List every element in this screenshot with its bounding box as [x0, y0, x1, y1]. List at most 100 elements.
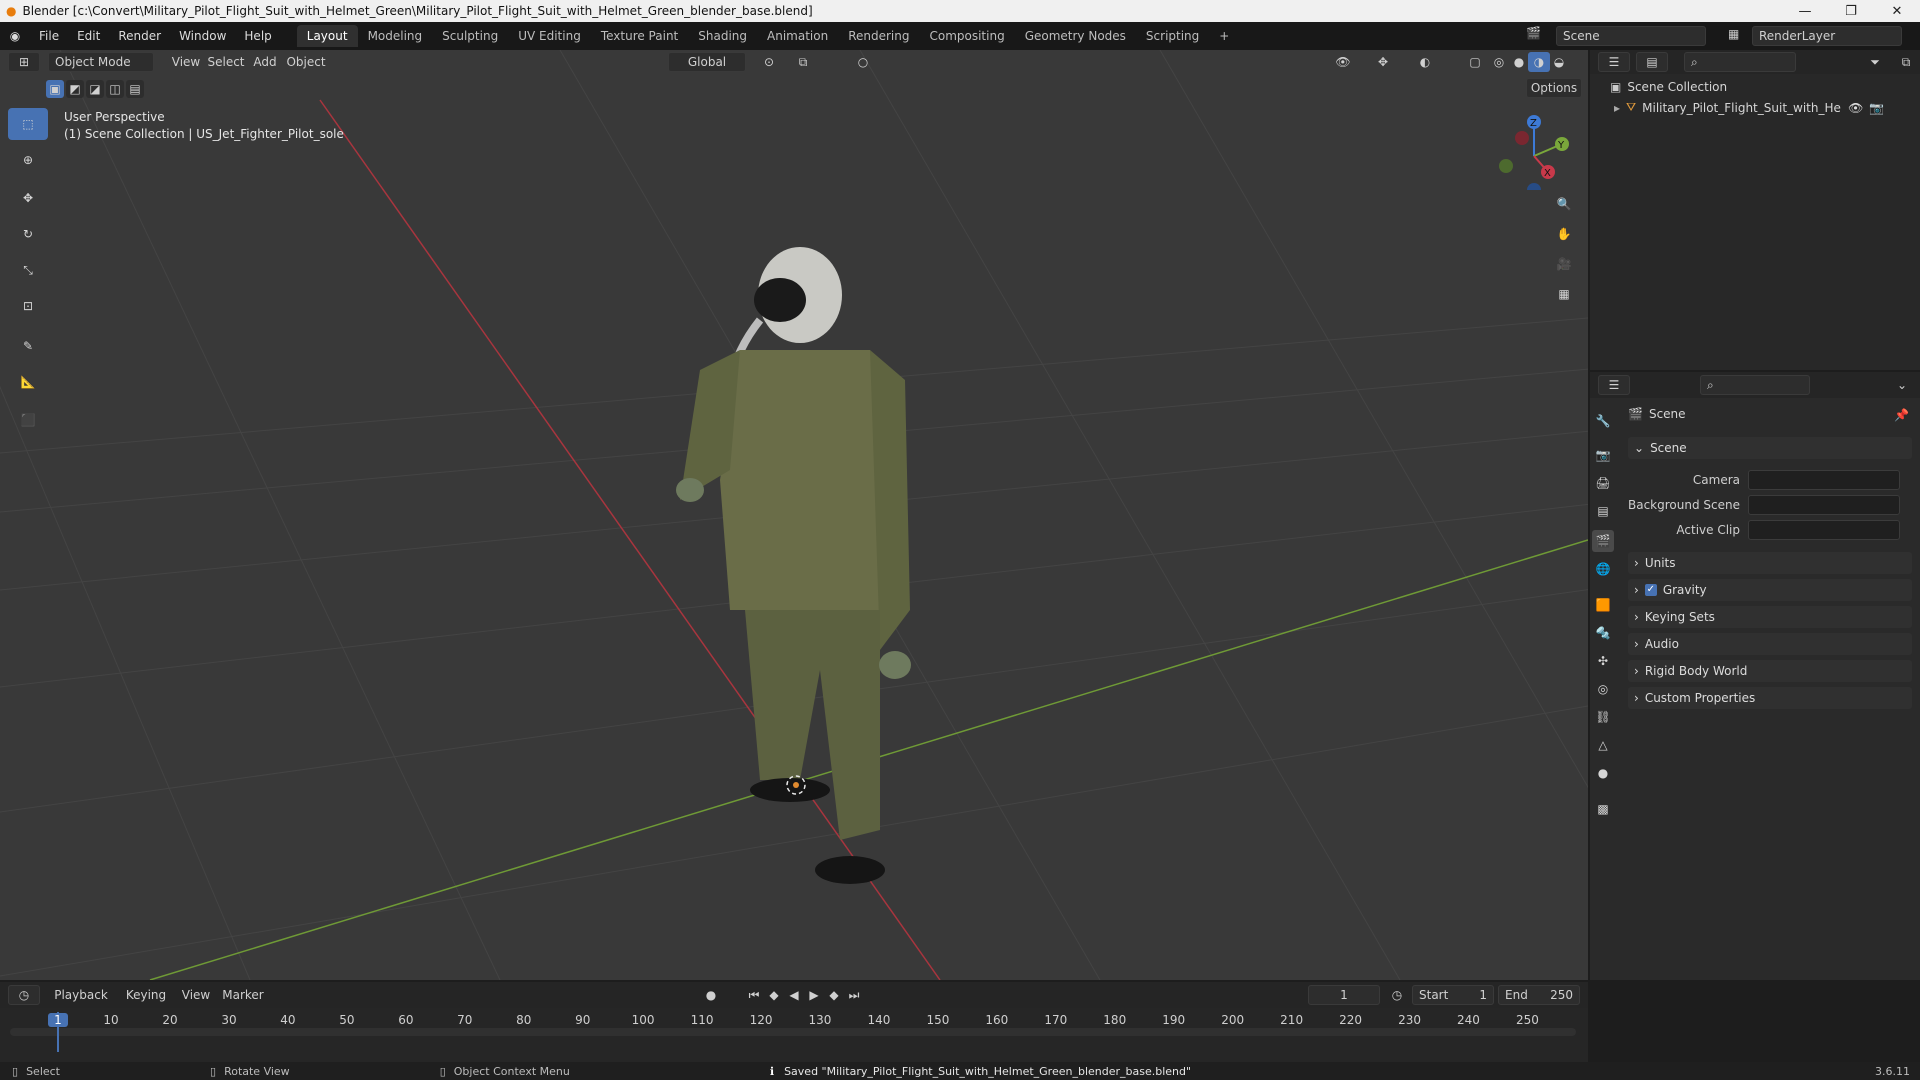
3d-viewport[interactable]: ⊞ Object Mode View Select Add Object Glo…	[0, 50, 1588, 980]
texture-tab-icon[interactable]: ▩	[1592, 798, 1614, 820]
select-subtract-icon[interactable]: ◪	[86, 80, 104, 98]
tab-sculpting[interactable]: Sculpting	[432, 25, 508, 47]
new-collection-icon[interactable]: ⧉	[1894, 52, 1918, 72]
rigid-body-world-panel-header[interactable]: › Rigid Body World	[1628, 660, 1912, 682]
xray-icon[interactable]: ▢	[1462, 52, 1488, 72]
tab-modeling[interactable]: Modeling	[358, 25, 433, 47]
tool-tab-icon[interactable]: 🔧	[1592, 410, 1614, 432]
tab-uv-editing[interactable]: UV Editing	[508, 25, 591, 47]
add-cube-tool-icon[interactable]: ⬛	[8, 404, 48, 436]
audio-panel-header[interactable]: › Audio	[1628, 633, 1912, 655]
render-camera-icon[interactable]: 📷	[1869, 101, 1884, 115]
render-tab-icon[interactable]: 📷	[1592, 444, 1614, 466]
outliner-editor-type-icon[interactable]: ☰	[1598, 52, 1630, 72]
visibility-icon[interactable]: 👁	[1330, 52, 1356, 72]
menu-edit[interactable]: Edit	[68, 25, 109, 47]
world-tab-icon[interactable]: 🌐	[1592, 558, 1614, 580]
transform-orientation-dropdown[interactable]: Global	[668, 52, 746, 72]
filter-icon[interactable]: ⏷	[1860, 52, 1890, 72]
ortho-grid-icon[interactable]: ▦	[1550, 280, 1578, 308]
shading-material-icon[interactable]: ◑	[1528, 52, 1550, 72]
current-frame-field[interactable]: 1	[1308, 985, 1380, 1005]
tab-texture-paint[interactable]: Texture Paint	[591, 25, 688, 47]
viewport-menu-add[interactable]: Add	[250, 52, 280, 72]
jump-end-icon[interactable]: ⏭	[844, 985, 864, 1005]
menu-help[interactable]: Help	[235, 25, 280, 47]
tab-scripting[interactable]: Scripting	[1136, 25, 1209, 47]
editor-type-icon[interactable]: ⊞	[8, 52, 40, 72]
tab-geometry-nodes[interactable]: Geometry Nodes	[1015, 25, 1136, 47]
add-workspace-button[interactable]: +	[1209, 25, 1239, 47]
physics-tab-icon[interactable]: ◎	[1592, 678, 1614, 700]
snap-icon[interactable]: ⧉	[790, 52, 816, 72]
playback-menu[interactable]: Playback	[48, 985, 114, 1005]
pilot-model[interactable]	[676, 247, 911, 884]
select-new-icon[interactable]: ▣	[46, 80, 64, 98]
blender-menu-icon[interactable]: ◉	[0, 29, 30, 43]
overlay-icon[interactable]: ◐	[1412, 52, 1438, 72]
marker-menu[interactable]: Marker	[218, 985, 268, 1005]
output-tab-icon[interactable]: 🖨	[1592, 472, 1614, 494]
maximize-button[interactable]: ❐	[1828, 0, 1874, 22]
tab-shading[interactable]: Shading	[688, 25, 757, 47]
material-tab-icon[interactable]: ●	[1592, 762, 1614, 784]
start-frame-field[interactable]: Start 1	[1412, 985, 1494, 1005]
timeline-editor-type-icon[interactable]: ◷	[8, 985, 40, 1005]
object-mode-dropdown[interactable]: Object Mode	[48, 52, 154, 72]
timeline-view-menu[interactable]: View	[178, 985, 214, 1005]
minimize-button[interactable]: —	[1782, 0, 1828, 22]
proportional-editing-icon[interactable]: ○	[850, 52, 876, 72]
expand-arrow-icon[interactable]: ▸	[1614, 101, 1620, 115]
annotate-tool-icon[interactable]: ✎	[8, 330, 48, 362]
pin-icon[interactable]: 📌	[1894, 408, 1909, 422]
rotate-tool-icon[interactable]: ↻	[8, 218, 48, 250]
shading-wireframe-icon[interactable]: ◎	[1488, 52, 1510, 72]
outliner-search-input[interactable]: ⌕	[1684, 52, 1796, 72]
zoom-icon[interactable]: 🔍	[1550, 190, 1578, 218]
display-mode-icon[interactable]: ▤	[1636, 52, 1668, 72]
view-layer-tab-icon[interactable]: ▤	[1592, 500, 1614, 522]
timeline-scrollbar[interactable]	[10, 1028, 1576, 1036]
particles-tab-icon[interactable]: ✣	[1592, 650, 1614, 672]
select-box-tool-icon[interactable]: ⬚	[8, 108, 48, 140]
cursor-tool-icon[interactable]: ⊕	[8, 144, 48, 176]
keying-sets-panel-header[interactable]: › Keying Sets	[1628, 606, 1912, 628]
properties-search-input[interactable]: ⌕	[1700, 375, 1810, 395]
measure-tool-icon[interactable]: 📐	[8, 366, 48, 398]
menu-render[interactable]: Render	[109, 25, 170, 47]
shading-solid-icon[interactable]: ●	[1508, 52, 1530, 72]
menu-window[interactable]: Window	[170, 25, 235, 47]
viewport-menu-select[interactable]: Select	[206, 52, 246, 72]
navigation-gizmo[interactable]: Z Y X	[1490, 110, 1570, 190]
preview-range-icon[interactable]: ◷	[1386, 985, 1408, 1005]
close-button[interactable]: ✕	[1874, 0, 1920, 22]
gravity-checkbox[interactable]: ✓	[1644, 584, 1657, 596]
tab-animation[interactable]: Animation	[757, 25, 838, 47]
gizmo-toggle-icon[interactable]: ✥	[1370, 52, 1396, 72]
end-frame-field[interactable]: End 250	[1498, 985, 1580, 1005]
next-keyframe-icon[interactable]: ◆	[824, 985, 844, 1005]
data-tab-icon[interactable]: △	[1592, 734, 1614, 756]
camera-view-icon[interactable]: 🎥	[1550, 250, 1578, 278]
custom-properties-panel-header[interactable]: › Custom Properties	[1628, 687, 1912, 709]
scene-panel-header[interactable]: ⌄ Scene	[1628, 437, 1912, 459]
tab-layout[interactable]: Layout	[296, 25, 358, 47]
background-scene-field[interactable]	[1748, 495, 1900, 515]
menu-file[interactable]: File	[30, 25, 68, 47]
scene-selector[interactable]: Scene	[1556, 26, 1706, 46]
select-intersect-icon[interactable]: ▤	[126, 80, 144, 98]
properties-editor-type-icon[interactable]: ☰	[1598, 375, 1630, 395]
tab-compositing[interactable]: Compositing	[919, 25, 1014, 47]
select-invert-icon[interactable]: ◫	[106, 80, 124, 98]
outliner-row[interactable]: ▸ ⛛ Military_Pilot_Flight_Suit_with_Helm…	[1614, 100, 1914, 115]
play-icon[interactable]: ▶	[804, 985, 824, 1005]
pivot-point-icon[interactable]: ⊙	[756, 52, 782, 72]
constraints-tab-icon[interactable]: ⛓	[1592, 706, 1614, 728]
properties-options-icon[interactable]: ⌄	[1890, 375, 1914, 395]
transform-tool-icon[interactable]: ⊡	[8, 290, 48, 322]
record-icon[interactable]: ●	[700, 985, 722, 1005]
keying-menu[interactable]: Keying	[118, 985, 174, 1005]
gravity-panel-header[interactable]: › ✓ Gravity	[1628, 579, 1912, 601]
object-tab-icon[interactable]: 🟧	[1592, 594, 1614, 616]
viewport-menu-view[interactable]: View	[168, 52, 204, 72]
